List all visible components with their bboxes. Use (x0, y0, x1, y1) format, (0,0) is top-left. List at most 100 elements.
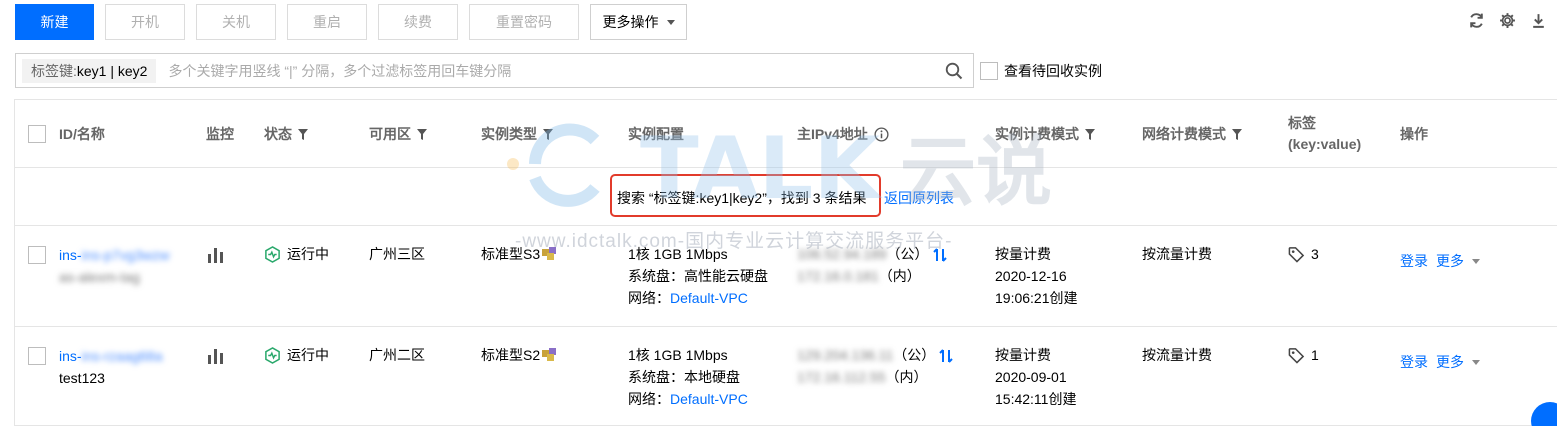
network-billing-cell: 按流量计费 (1142, 347, 1212, 363)
instance-type-text: 标准型S2 (481, 347, 541, 363)
info-icon[interactable] (874, 126, 889, 142)
toolbar: 新建 开机 关机 重启 续费 重置密码 更多操作 (15, 4, 687, 40)
billing-mode: 按量计费 (995, 246, 1051, 262)
instance-id-prefix[interactable]: ins- (59, 348, 82, 364)
billing-cell: 按量计费 2020-09-01 15:42:11创建 (995, 344, 1076, 410)
col-tags-sublabel: (key:value) (1288, 136, 1362, 152)
filter-tag-key: 标签键: (31, 62, 77, 79)
select-all-checkbox[interactable] (28, 125, 46, 143)
search-icon[interactable] (945, 62, 963, 80)
filter-icon[interactable] (1085, 128, 1095, 140)
billing-cell: 按量计费 2020-12-16 19:06:21创建 (995, 243, 1078, 309)
col-ops: 操作 (1400, 124, 1428, 144)
reset-password-button[interactable]: 重置密码 (469, 4, 579, 40)
back-to-list-link[interactable]: 返回原列表 (884, 188, 954, 208)
new-button[interactable]: 新建 (15, 4, 94, 40)
type-badge-icon (542, 247, 557, 260)
login-link[interactable]: 登录 (1400, 351, 1428, 373)
billing-date: 2020-09-01 (995, 369, 1067, 385)
chevron-down-icon[interactable] (1472, 258, 1480, 264)
chevron-down-icon[interactable] (1472, 359, 1480, 365)
config-disk: 系统盘：本地硬盘 (628, 369, 740, 385)
gear-icon[interactable] (1499, 12, 1516, 29)
filter-icon[interactable] (543, 128, 553, 140)
row-checkbox[interactable] (28, 246, 46, 264)
public-ip-suffix: （公） (893, 347, 936, 363)
tag-icon (1288, 246, 1305, 263)
tag-count: 1 (1311, 347, 1319, 363)
col-instance-type[interactable]: 实例类型 (481, 124, 553, 144)
config-spec: 1核 1GB 1Mbps (628, 347, 728, 363)
col-tags-label: 标签 (1288, 115, 1316, 131)
type-badge-icon (542, 348, 557, 361)
vpc-link[interactable]: Default-VPC (670, 290, 748, 306)
instance-id-link[interactable]: ins-rzaag68a (82, 348, 163, 364)
bar-chart-icon[interactable] (208, 349, 224, 364)
start-button[interactable]: 开机 (105, 4, 185, 40)
filter-tag-chip[interactable]: 标签键: key1 | key2 (22, 58, 157, 83)
status-text: 运行中 (287, 246, 329, 262)
tag-search-bar: 标签键: key1 | key2 (15, 53, 974, 88)
status-text: 运行中 (287, 347, 329, 363)
search-input[interactable] (156, 62, 973, 79)
ip-cell: 129.204.136.11（公） 172.16.112.55（内） (797, 344, 953, 388)
refresh-icon[interactable] (1468, 12, 1485, 29)
running-icon (265, 346, 280, 364)
table-row: ins-ins-rzaag68a test123 运行中 广州二区 标准型S2 … (15, 327, 1557, 426)
bar-chart-icon[interactable] (208, 248, 224, 263)
public-ip: 129.204.136.11 (797, 347, 894, 363)
private-ip: 172.16.0.181 (797, 268, 879, 284)
renew-button[interactable]: 续费 (378, 4, 458, 40)
vpc-link[interactable]: Default-VPC (670, 391, 748, 407)
table-header: ID/名称 监控 状态 可用区 实例类型 实例配置 主IPv4地址 实例计费模式… (15, 100, 1557, 168)
more-link[interactable]: 更多 (1436, 250, 1464, 272)
col-network-billing[interactable]: 网络计费模式 (1142, 124, 1242, 144)
view-recycle-instances[interactable]: 查看待回收实例 (980, 61, 1102, 81)
restart-button[interactable]: 重启 (287, 4, 367, 40)
login-link[interactable]: 登录 (1400, 250, 1428, 272)
ops-cell: 登录 更多 (1400, 250, 1480, 272)
tag-icon (1288, 347, 1305, 364)
col-ops-label: 操作 (1400, 126, 1428, 142)
col-network-billing-label: 网络计费模式 (1142, 126, 1226, 142)
table-row: ins-ins-p7vg3wzw as-alexm-tag 运行中 广州三区 标… (15, 226, 1557, 327)
shutdown-button[interactable]: 关机 (196, 4, 276, 40)
instance-id-link[interactable]: ins-p7vg3wzw (82, 247, 170, 263)
swap-ip-icon[interactable] (932, 248, 947, 263)
filter-tag-value: key1 | key2 (76, 62, 148, 79)
swap-ip-icon[interactable] (939, 349, 953, 364)
filter-icon[interactable] (1232, 128, 1242, 140)
config-spec: 1核 1GB 1Mbps (628, 246, 728, 262)
col-status[interactable]: 状态 (264, 124, 308, 144)
billing-time: 15:42:11创建 (995, 391, 1077, 407)
private-ip: 172.16.112.55 (797, 369, 886, 385)
instance-type-cell: 标准型S2 (481, 344, 559, 366)
more-actions-dropdown[interactable]: 更多操作 (590, 4, 687, 40)
col-zone[interactable]: 可用区 (369, 124, 427, 144)
top-right-icons (1468, 12, 1547, 29)
col-billing-label: 实例计费模式 (995, 126, 1079, 142)
col-instance-type-label: 实例类型 (481, 126, 537, 142)
private-ip-suffix: （内） (878, 268, 921, 284)
zone-cell: 广州二区 (369, 347, 425, 363)
billing-time: 19:06:21创建 (995, 290, 1078, 306)
more-actions-label: 更多操作 (602, 14, 659, 30)
recycle-checkbox[interactable] (980, 62, 998, 80)
public-ip: 106.52.94.189 (797, 246, 887, 262)
tags-cell[interactable]: 1 (1288, 344, 1319, 366)
network-billing-cell: 按流量计费 (1142, 246, 1212, 262)
filter-icon[interactable] (298, 128, 308, 140)
more-link[interactable]: 更多 (1436, 351, 1464, 373)
download-icon[interactable] (1530, 12, 1547, 29)
private-ip-suffix: （内） (885, 369, 928, 385)
col-billing[interactable]: 实例计费模式 (995, 124, 1095, 144)
ip-cell: 106.52.94.189（公） 172.16.0.181（内） (797, 243, 947, 287)
instance-id-name: ins-ins-p7vg3wzw as-alexm-tag (59, 244, 170, 288)
tags-cell[interactable]: 3 (1288, 243, 1319, 265)
config-network-label: 网络： (628, 391, 670, 407)
row-checkbox[interactable] (28, 347, 46, 365)
instance-id-prefix[interactable]: ins- (59, 247, 82, 263)
col-id-name: ID/名称 (59, 124, 105, 144)
running-icon (265, 245, 280, 263)
filter-icon[interactable] (417, 128, 427, 140)
